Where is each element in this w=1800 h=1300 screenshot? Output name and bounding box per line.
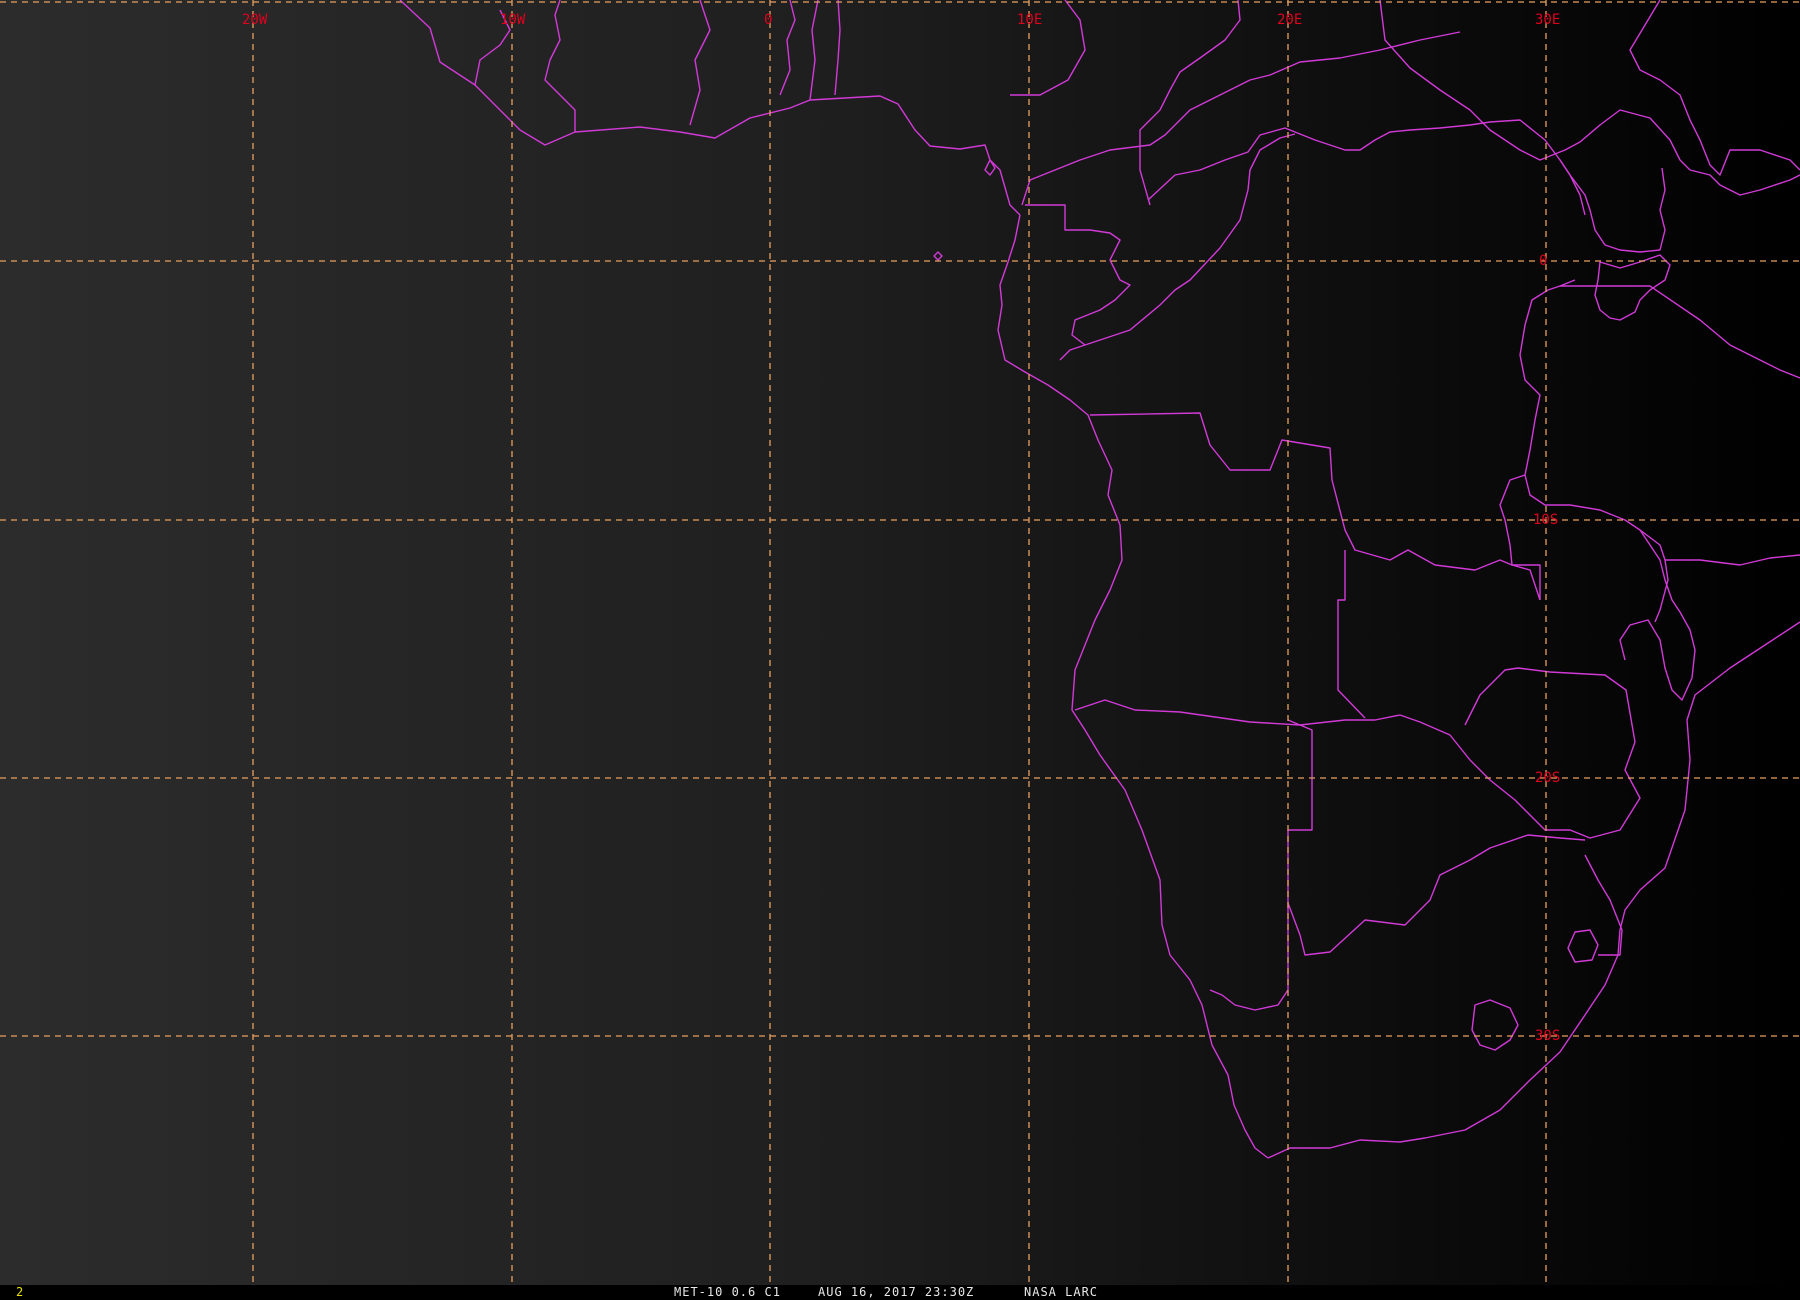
longitude-label-20e: 20E [1277, 12, 1302, 28]
longitude-label-20w: 20W [242, 12, 268, 28]
agency-label: NASA LARC [1024, 1285, 1099, 1299]
latitude-label-30s: 30S [1535, 1028, 1560, 1044]
longitude-label-10e: 10E [1017, 12, 1042, 28]
longitude-label-10w: 10W [500, 12, 526, 28]
satellite-map: 20W 10W 0 10E 20E 30E 0 10S 20S 30S [0, 0, 1800, 1286]
frame-number: 2 [16, 1285, 25, 1299]
latitude-label-0: 0 [1539, 253, 1547, 269]
status-bar: 2 MET-10 0.6 C1 AUG 16, 2017 23:30Z NASA… [0, 1285, 1800, 1300]
longitude-label-0: 0 [764, 12, 772, 28]
latitude-label-10s: 10S [1533, 512, 1558, 528]
satellite-channel-label: MET-10 0.6 C1 [674, 1285, 781, 1299]
longitude-label-30e: 30E [1535, 12, 1560, 28]
satellite-imagery [0, 0, 1800, 1286]
observation-datetime: AUG 16, 2017 23:30Z [818, 1285, 975, 1299]
latitude-label-20s: 20S [1535, 770, 1560, 786]
